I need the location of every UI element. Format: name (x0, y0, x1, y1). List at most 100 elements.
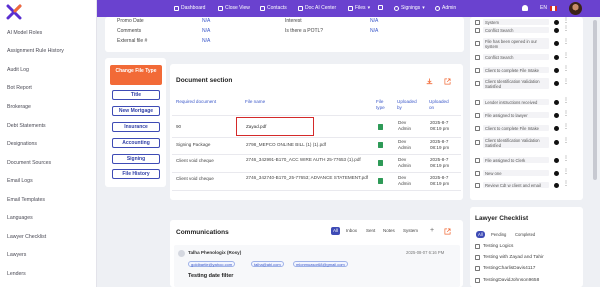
calendar-button[interactable] (378, 5, 383, 10)
checklist-checkbox[interactable] (475, 278, 480, 283)
sidebar-item-assignment-rule-history[interactable]: Assignment Rule History (7, 48, 64, 54)
sidebar-item-languages[interactable]: Languages (7, 215, 33, 221)
nav-dashboard[interactable]: Dashboard (174, 5, 205, 11)
language-selector[interactable]: EN (540, 5, 547, 11)
task-status-icon[interactable] (554, 20, 559, 25)
canada-flag-icon[interactable] (550, 6, 557, 11)
more-options-icon[interactable]: ⋮ (563, 66, 569, 72)
avatar[interactable] (569, 2, 582, 15)
email-chip[interactable]: goldbartle@yahoo.com (188, 261, 236, 267)
new-mortgage-button[interactable]: New Mortgage (112, 106, 160, 116)
task-status-icon[interactable] (554, 113, 559, 118)
task-checkbox[interactable] (475, 20, 480, 25)
more-options-icon[interactable]: ⋮ (563, 156, 569, 162)
download-icon[interactable] (426, 78, 433, 85)
task-status-icon[interactable] (554, 171, 559, 176)
checklist-checkbox[interactable] (475, 255, 480, 260)
sidebar-item-audit-log[interactable]: Audit Log (7, 67, 29, 73)
task-status-icon[interactable] (554, 183, 559, 188)
task-checkbox[interactable] (475, 81, 480, 86)
tab-inbox[interactable]: Inbox (344, 227, 359, 235)
file-history-button[interactable]: File History (112, 169, 160, 179)
task-status-icon[interactable] (554, 158, 559, 163)
task-checkbox[interactable] (475, 113, 480, 118)
task-status-icon[interactable] (554, 55, 559, 60)
task-label: File assigned to lawyer (483, 112, 549, 118)
nav-doc-ai-center[interactable]: Doc AI Center (298, 5, 336, 11)
email-chip[interactable]: mlonmuasor68@gmail.com (293, 261, 348, 267)
more-options-icon[interactable]: ⋮ (563, 124, 569, 130)
task-checkbox[interactable] (475, 41, 480, 46)
close-view-icon (218, 5, 223, 11)
nav-close-view[interactable]: Close View (218, 5, 250, 11)
task-status-icon[interactable] (554, 68, 559, 73)
task-checkbox[interactable] (475, 55, 480, 60)
more-options-icon[interactable]: ⋮ (563, 18, 569, 24)
tab-all[interactable]: All (331, 227, 341, 235)
task-checkbox[interactable] (475, 158, 480, 163)
sidebar-item-lawyer-checklist[interactable]: Lawyer Checklist (7, 234, 46, 240)
nav-signings[interactable]: Signings ▾ (394, 5, 425, 11)
sidebar-item-ai-model-roles[interactable]: AI Model Roles (7, 30, 42, 36)
tab-system[interactable]: System (401, 227, 420, 235)
more-options-icon[interactable]: ⋮ (563, 79, 569, 85)
more-options-icon[interactable]: ⋮ (563, 98, 569, 104)
task-status-icon[interactable] (554, 81, 559, 86)
task-checkbox[interactable] (475, 126, 480, 131)
change-file-type-button[interactable]: Change File Type (110, 65, 162, 85)
tab-notes[interactable]: Notes (381, 227, 397, 235)
filter-pending[interactable]: Pending (489, 231, 508, 238)
filter-completed[interactable]: Completed (513, 231, 537, 238)
external-link-icon[interactable] (444, 78, 451, 85)
bell-icon[interactable] (522, 5, 528, 11)
sidebar-item-designations[interactable]: Designations (7, 141, 37, 147)
task-checkbox[interactable] (475, 28, 480, 33)
nav-files-label: Files (355, 5, 366, 11)
more-options-icon[interactable]: ⋮ (563, 169, 569, 175)
chevron-down-icon: ▾ (422, 5, 425, 11)
task-status-icon[interactable] (554, 100, 559, 105)
nav-contacts[interactable]: Contacts (260, 5, 287, 11)
app-logo[interactable] (6, 4, 22, 20)
more-options-icon[interactable]: ⋮ (563, 111, 569, 117)
table-cell-file-name[interactable]: 2798_MEPCO ONLINE BILL (1) (1).pdf (246, 142, 326, 148)
page-scrollbar[interactable] (593, 20, 597, 180)
table-cell-file-name[interactable]: 2746_342740-B170_25-77653; ADVANCE STATE… (246, 175, 371, 181)
insurance-button[interactable]: Insurance (112, 122, 160, 132)
sidebar-item-debt-statements[interactable]: Debt Statements (7, 123, 46, 129)
sidebar-item-lenders[interactable]: Lenders (7, 271, 26, 277)
more-options-icon[interactable]: ⋮ (563, 26, 569, 32)
more-options-icon[interactable]: ⋮ (563, 181, 569, 187)
task-checkbox[interactable] (475, 183, 480, 188)
expand-icon[interactable] (444, 228, 451, 235)
nav-files[interactable]: Files ▾ (348, 5, 370, 11)
task-status-icon[interactable] (554, 28, 559, 33)
task-checkbox[interactable] (475, 68, 480, 73)
more-options-icon[interactable]: ⋮ (563, 138, 569, 144)
sidebar-item-email-templates[interactable]: Email Templates (7, 197, 45, 203)
nav-admin[interactable]: Admin (435, 5, 456, 11)
title-button[interactable]: Title (112, 90, 160, 100)
filter-all[interactable]: All (476, 231, 485, 238)
task-checkbox[interactable] (475, 140, 480, 145)
tab-sent[interactable]: Sent (364, 227, 377, 235)
more-options-icon[interactable]: ⋮ (563, 53, 569, 59)
table-cell-file-name[interactable]: 2746_342991-B170_ACC WIRE AUTH 25-77653 … (246, 157, 371, 163)
sidebar-item-email-logs[interactable]: Email Logs (7, 178, 33, 184)
checklist-checkbox[interactable] (475, 244, 480, 249)
sidebar-item-brokerage[interactable]: Brokerage (7, 104, 31, 110)
task-checkbox[interactable] (475, 100, 480, 105)
add-communication-button[interactable]: + (428, 227, 436, 235)
task-checkbox[interactable] (475, 171, 480, 176)
task-status-icon[interactable] (554, 140, 559, 145)
sidebar-item-document-sources[interactable]: Document Sources (7, 160, 51, 166)
signing-button[interactable]: Signing (112, 154, 160, 164)
more-options-icon[interactable]: ⋮ (563, 39, 569, 45)
accounting-button[interactable]: Accounting (112, 138, 160, 148)
checklist-checkbox[interactable] (475, 266, 480, 271)
task-status-icon[interactable] (554, 41, 559, 46)
email-chip[interactable]: talha@abl.com (251, 261, 284, 267)
task-status-icon[interactable] (554, 126, 559, 131)
sidebar-item-lawyers[interactable]: Lawyers (7, 252, 26, 258)
sidebar-item-bot-report[interactable]: Bot Report (7, 85, 32, 91)
